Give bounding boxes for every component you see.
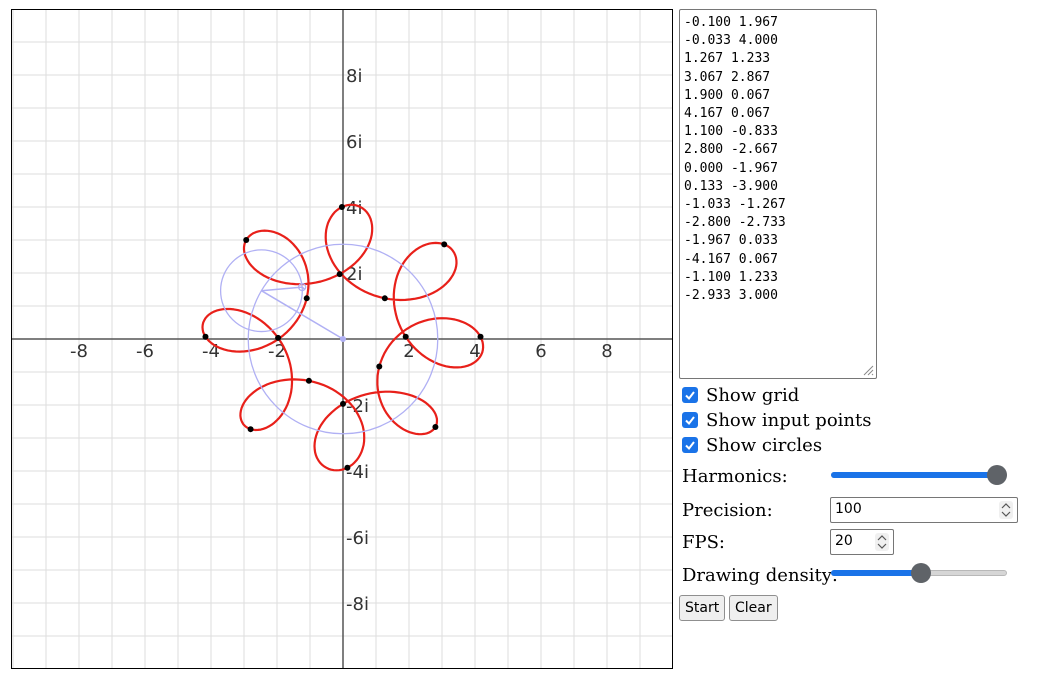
input-point xyxy=(402,333,409,340)
input-point xyxy=(275,334,282,341)
input-point xyxy=(303,295,310,302)
plot-svg: -8 -6 -4 -2 2 4 6 88i6i4i2i-2i-4i-6i-8i xyxy=(12,10,672,668)
input-point xyxy=(344,464,351,471)
input-point xyxy=(305,377,312,384)
harmonics-label: Harmonics: xyxy=(682,466,788,487)
checkmark-icon xyxy=(685,416,695,426)
x-tick-label: -6 xyxy=(136,341,154,362)
precision-value: 100 xyxy=(835,501,862,517)
x-tick-label: 8 xyxy=(601,341,612,362)
fps-label: FPS: xyxy=(682,532,725,553)
fps-input[interactable]: 20 xyxy=(830,529,894,555)
x-tick-label: -8 xyxy=(70,341,88,362)
density-slider[interactable] xyxy=(831,562,1007,584)
fps-value: 20 xyxy=(835,533,853,549)
density-fill xyxy=(831,570,921,576)
y-tick-label: 8i xyxy=(346,66,362,87)
show-grid-row[interactable]: Show grid xyxy=(682,384,799,406)
y-tick-label: 6i xyxy=(346,132,362,153)
input-point xyxy=(243,237,250,243)
input-point xyxy=(376,363,383,370)
x-tick-label: 2 xyxy=(403,341,414,362)
harmonics-fill xyxy=(831,472,997,478)
show-input-points-label: Show input points xyxy=(706,409,872,431)
input-point xyxy=(441,241,448,248)
points-textarea[interactable]: -0.100 1.967 -0.033 4.000 1.267 1.233 3.… xyxy=(679,9,877,379)
resize-grip-icon[interactable] xyxy=(862,364,874,376)
y-tick-label: -4i xyxy=(346,462,369,483)
precision-label: Precision: xyxy=(682,500,773,521)
show-grid-checkbox[interactable] xyxy=(682,387,698,403)
input-point xyxy=(247,426,254,433)
input-point xyxy=(336,271,343,278)
show-circles-checkbox[interactable] xyxy=(682,437,698,453)
checkmark-icon xyxy=(685,441,695,451)
show-grid-label: Show grid xyxy=(706,384,800,406)
spinner-icon[interactable] xyxy=(875,533,889,551)
harmonics-thumb[interactable] xyxy=(987,465,1007,485)
show-circles-row[interactable]: Show circles xyxy=(682,434,822,456)
show-circles-label: Show circles xyxy=(706,434,823,456)
input-point xyxy=(202,333,209,340)
input-point xyxy=(340,400,346,407)
fourier-canvas[interactable]: -8 -6 -4 -2 2 4 6 8 8i 6i 4i 2i -2i -4i -6i -8i xyxy=(11,9,673,669)
y-tick-label: -8i xyxy=(346,594,369,615)
epicycle-center xyxy=(340,336,346,342)
density-label: Drawing density: xyxy=(682,565,838,586)
input-point xyxy=(432,424,439,431)
input-point xyxy=(338,204,345,210)
density-thumb[interactable] xyxy=(910,563,931,583)
precision-input[interactable]: 100 xyxy=(830,497,1018,523)
epicycle-radius xyxy=(261,286,303,292)
input-point xyxy=(477,333,484,340)
harmonics-slider[interactable] xyxy=(831,464,1007,486)
clear-button[interactable]: Clear xyxy=(729,595,778,621)
input-point xyxy=(381,295,388,302)
show-input-points-row[interactable]: Show input points xyxy=(682,409,872,431)
x-tick-label: 6 xyxy=(535,341,546,362)
start-button[interactable]: Start xyxy=(679,595,726,621)
y-tick-label: 4i xyxy=(346,198,362,219)
y-tick-label: -6i xyxy=(346,528,369,549)
show-input-points-checkbox[interactable] xyxy=(682,412,698,428)
spinner-icon[interactable] xyxy=(999,501,1013,519)
checkmark-icon xyxy=(685,391,695,401)
